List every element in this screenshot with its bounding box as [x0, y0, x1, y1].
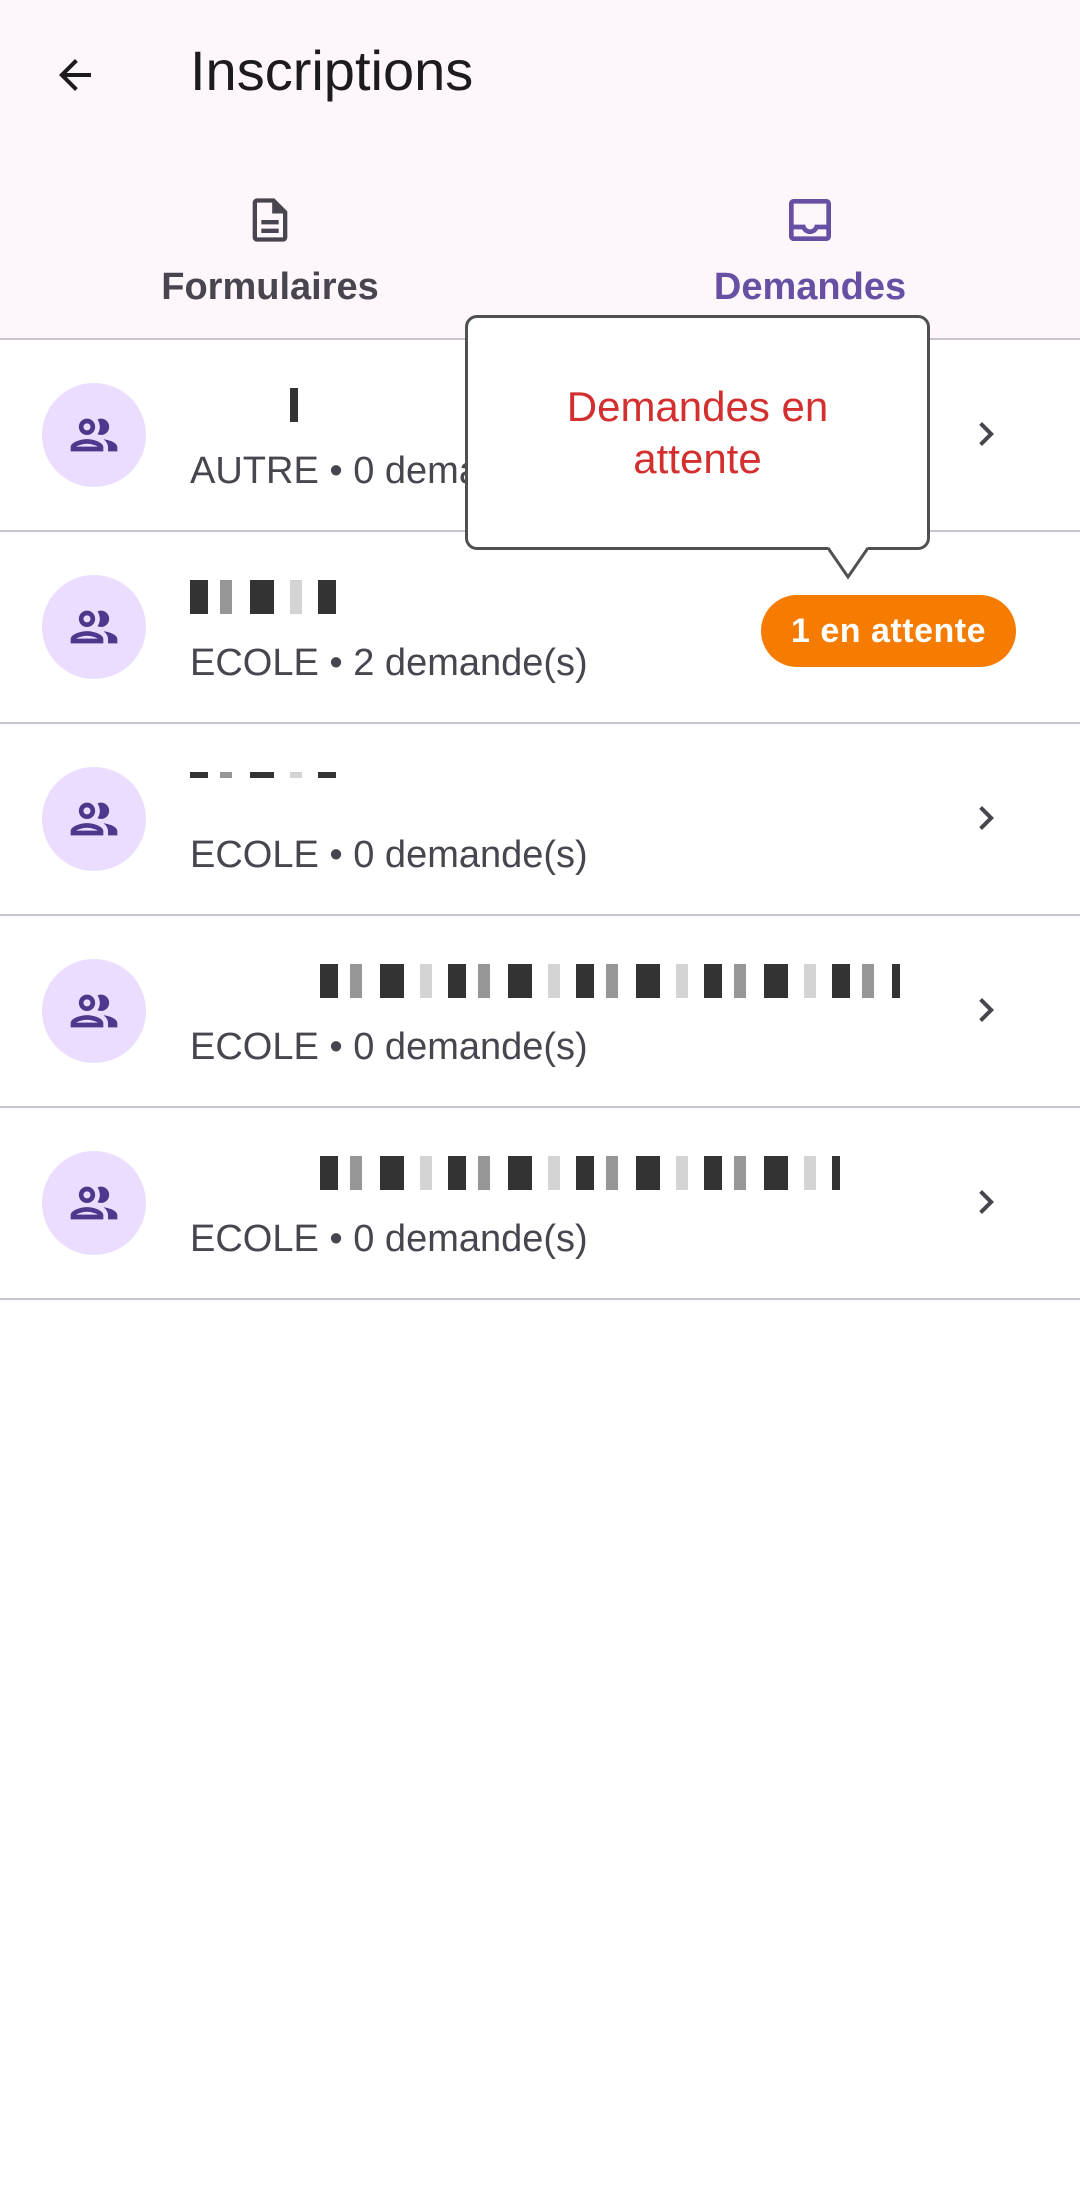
- row-subtitle: ECOLE • 0 demande(s): [190, 834, 588, 876]
- avatar: [42, 767, 146, 871]
- redacted-text: [320, 1156, 840, 1190]
- redacted-text: [320, 964, 900, 998]
- row-subtitle: ECOLE • 0 demande(s): [190, 1026, 588, 1068]
- group-icon: [70, 1186, 118, 1220]
- arrow-back-icon: [59, 59, 91, 91]
- row-title-redacted: [190, 762, 910, 810]
- row-title-redacted: [190, 1146, 910, 1194]
- chevron-right-icon: [962, 794, 1010, 842]
- pending-badge: 1 en attente: [761, 595, 1016, 667]
- row-subtitle: ECOLE • 0 demande(s): [190, 1218, 588, 1260]
- avatar: [42, 575, 146, 679]
- list-item[interactable]: ECOLE • 0 demande(s): [0, 724, 1080, 916]
- tab-demandes-label: Demandes: [713, 266, 907, 308]
- chevron-right-icon: [962, 986, 1010, 1034]
- page-title: Inscriptions: [190, 39, 474, 102]
- redacted-text: [190, 580, 340, 614]
- list-item[interactable]: ECOLE • 0 demande(s): [0, 916, 1080, 1108]
- list-item[interactable]: ECOLE • 0 demande(s): [0, 1108, 1080, 1300]
- chevron-right-icon: [962, 1178, 1010, 1226]
- redacted-text: [290, 388, 298, 422]
- group-icon: [70, 994, 118, 1028]
- document-icon: [252, 198, 288, 242]
- avatar: [42, 1151, 146, 1255]
- tooltip-text: Demandes en attente: [566, 382, 829, 482]
- avatar: [42, 959, 146, 1063]
- tab-formulaires[interactable]: Formulaires: [0, 170, 540, 340]
- list-item[interactable]: ECOLE • 2 demande(s) 1 en attente: [0, 532, 1080, 724]
- avatar: [42, 383, 146, 487]
- group-icon: [70, 802, 118, 836]
- row-title-redacted: [190, 954, 910, 1002]
- inbox-icon: [789, 199, 831, 241]
- tooltip-arrow: [828, 547, 868, 580]
- pending-tooltip: Demandes en attente: [465, 315, 930, 580]
- back-button[interactable]: [30, 30, 120, 120]
- group-icon: [70, 610, 118, 644]
- row-subtitle: ECOLE • 2 demande(s): [190, 642, 588, 684]
- redacted-text: [190, 772, 340, 778]
- app-bar: Inscriptions Formulaires Demandes: [0, 0, 1080, 340]
- group-icon: [70, 418, 118, 452]
- tab-formulaires-label: Formulaires: [161, 266, 379, 308]
- chevron-right-icon: [962, 410, 1010, 458]
